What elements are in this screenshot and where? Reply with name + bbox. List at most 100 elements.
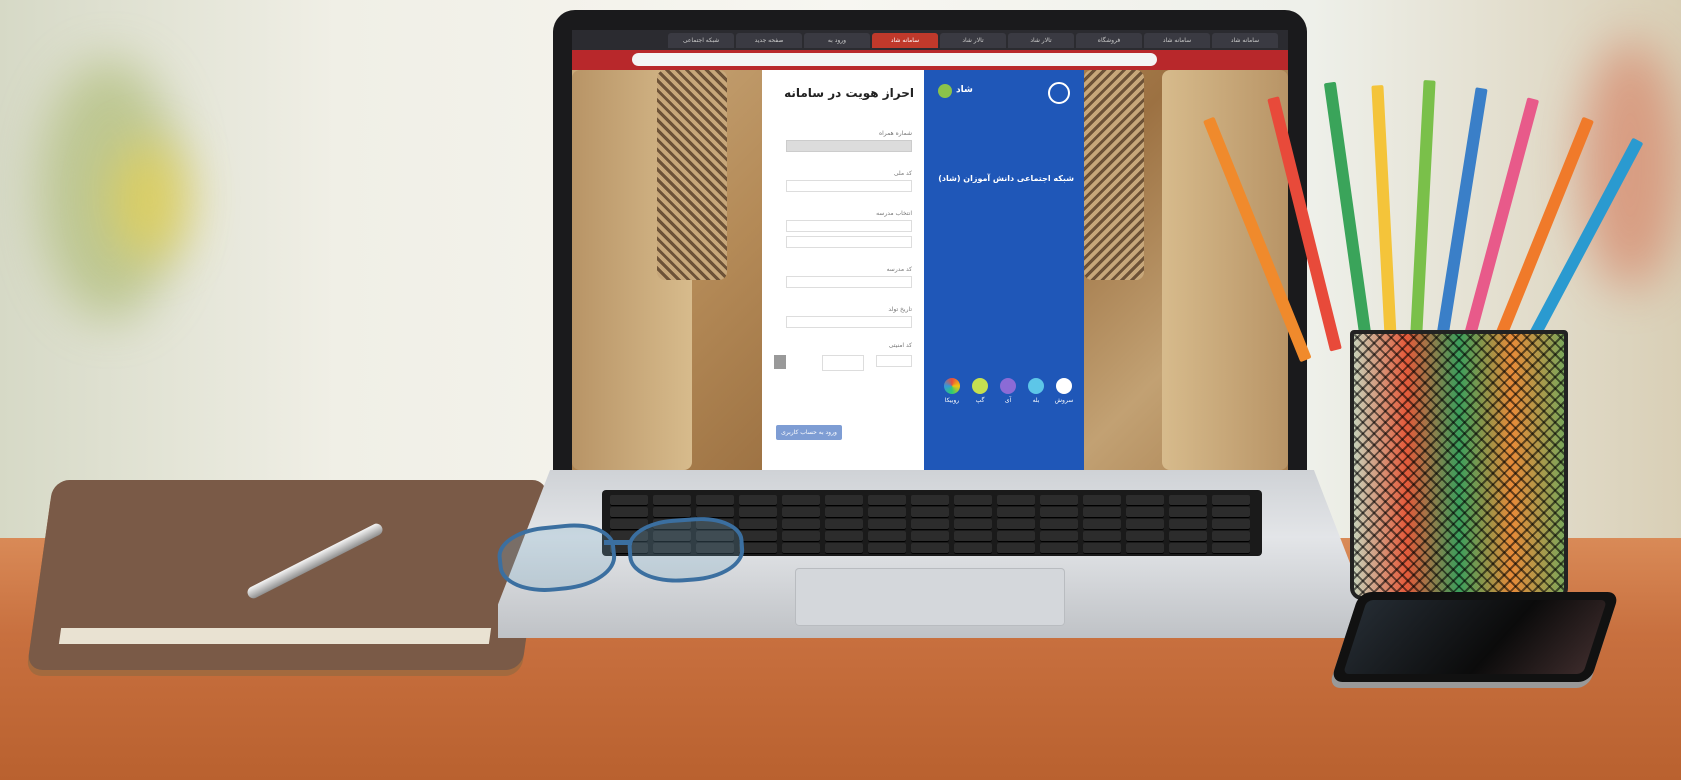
keyboard-key [696, 495, 734, 506]
school-code-field[interactable] [786, 276, 912, 288]
keyboard-key [825, 519, 863, 530]
keyboard-key [1040, 507, 1078, 518]
login-form-panel: احراز هویت در سامانه شماره همراه کد ملی … [762, 70, 924, 470]
keyboard-key [1169, 531, 1207, 542]
browser-tab[interactable]: تالار شاد [940, 33, 1006, 48]
app-link[interactable]: روبیکا [942, 378, 962, 404]
keyboard-key [1040, 495, 1078, 506]
keyboard-key [782, 531, 820, 542]
keyboard-key [1126, 519, 1164, 530]
phone-field[interactable] [786, 140, 912, 152]
laptop-screen: سامانه شاد سامانه شاد فروشگاه تالار شاد … [572, 30, 1288, 495]
keyboard-key [911, 543, 949, 554]
keyboard-key [868, 507, 906, 518]
national-code-field[interactable] [786, 180, 912, 192]
keyboard-key [1212, 519, 1250, 530]
keyboard-key [825, 531, 863, 542]
keyboard-key [653, 507, 691, 518]
keyboard-key [1212, 495, 1250, 506]
mesh-pencil-cup [1350, 330, 1568, 600]
smartphone [1330, 592, 1620, 682]
keyboard-key [954, 519, 992, 530]
soroush-icon [1056, 378, 1072, 394]
browser-tab[interactable]: سامانه شاد [1144, 33, 1210, 48]
app-link[interactable]: گپ [970, 378, 990, 404]
keyboard-key [739, 543, 777, 554]
browser-tab[interactable]: فروشگاه [1076, 33, 1142, 48]
keyboard-key [782, 507, 820, 518]
keyboard-key [782, 495, 820, 506]
keyboard-key [782, 543, 820, 554]
keyboard-key [1169, 495, 1207, 506]
keyboard-key [1040, 519, 1078, 530]
keyboard-key [997, 507, 1035, 518]
keyboard-key [868, 531, 906, 542]
birthdate-field[interactable] [786, 316, 912, 328]
info-panel: شاد شبکه اجتماعی دانش آموزان (شاد) سروش … [924, 70, 1084, 470]
keyboard-key [954, 531, 992, 542]
browser-tab[interactable]: تالار شاد [1008, 33, 1074, 48]
browser-tab[interactable]: صفحه جدید [736, 33, 802, 48]
keyboard-key [1212, 507, 1250, 518]
school-select[interactable] [786, 220, 912, 232]
keyboard-key [911, 519, 949, 530]
keyboard-key [1083, 519, 1121, 530]
keyboard-key [868, 495, 906, 506]
browser-tab[interactable]: شبکه اجتماعی [668, 33, 734, 48]
keyboard-key [911, 531, 949, 542]
form-title: احراز هویت در سامانه [784, 86, 914, 100]
keyboard-key [997, 543, 1035, 554]
browser-tab[interactable]: سامانه شاد [1212, 33, 1278, 48]
shad-logo-icon [938, 84, 952, 98]
submit-button[interactable]: ورود به حساب کاربری [776, 425, 842, 440]
browser-address-bar [572, 50, 1288, 70]
url-input[interactable] [632, 53, 1157, 66]
keyboard-key [1126, 507, 1164, 518]
shad-logo-text: شاد [956, 85, 973, 95]
keyboard-key [911, 507, 949, 518]
keyboard-key [739, 531, 777, 542]
keyboard-key [739, 519, 777, 530]
captcha-label: کد امنیتی [888, 342, 912, 349]
keyboard-key [1083, 531, 1121, 542]
keyboard-key [1083, 495, 1121, 506]
field-label: کد مدرسه [886, 266, 912, 273]
keyboard-key [997, 495, 1035, 506]
smartphone-screen [1342, 600, 1608, 674]
keyboard-key [997, 531, 1035, 542]
keyboard-key [868, 519, 906, 530]
laptop-trackpad [795, 568, 1065, 626]
captcha-input[interactable] [876, 355, 912, 367]
keyboard-key [1169, 543, 1207, 554]
keyboard-key [1126, 495, 1164, 506]
school-select-secondary[interactable] [786, 236, 912, 248]
pencil [1371, 85, 1397, 346]
app-link[interactable]: سروش [1054, 378, 1074, 404]
keyboard-key [868, 543, 906, 554]
browser-tab-bar: سامانه شاد سامانه شاد فروشگاه تالار شاد … [572, 30, 1288, 50]
captcha-image [822, 355, 864, 371]
keyboard-key [911, 495, 949, 506]
government-emblem-icon [1048, 82, 1070, 104]
igap-icon [1000, 378, 1016, 394]
keyboard-key [954, 495, 992, 506]
browser-tab[interactable]: ورود به [804, 33, 870, 48]
field-label: تاریخ تولد [888, 306, 912, 313]
keyboard-key [1212, 543, 1250, 554]
browser-tab-active[interactable]: سامانه شاد [872, 33, 938, 48]
eyeglasses-bridge [604, 540, 632, 545]
keyboard-key [1126, 531, 1164, 542]
field-label: شماره همراه [878, 130, 912, 137]
app-link[interactable]: آی [998, 378, 1018, 404]
refresh-captcha-icon[interactable] [774, 355, 786, 369]
keyboard-key [653, 495, 691, 506]
field-label: کد ملی [893, 170, 912, 177]
panel-heading: شبکه اجتماعی دانش آموزان (شاد) [938, 174, 1074, 183]
gap-icon [972, 378, 988, 394]
app-link[interactable]: بله [1026, 378, 1046, 404]
background-bokeh [110, 140, 190, 260]
lattice-window [657, 70, 727, 280]
lattice-window [1084, 70, 1144, 280]
keyboard-key [610, 507, 648, 518]
keyboard-key [1169, 507, 1207, 518]
